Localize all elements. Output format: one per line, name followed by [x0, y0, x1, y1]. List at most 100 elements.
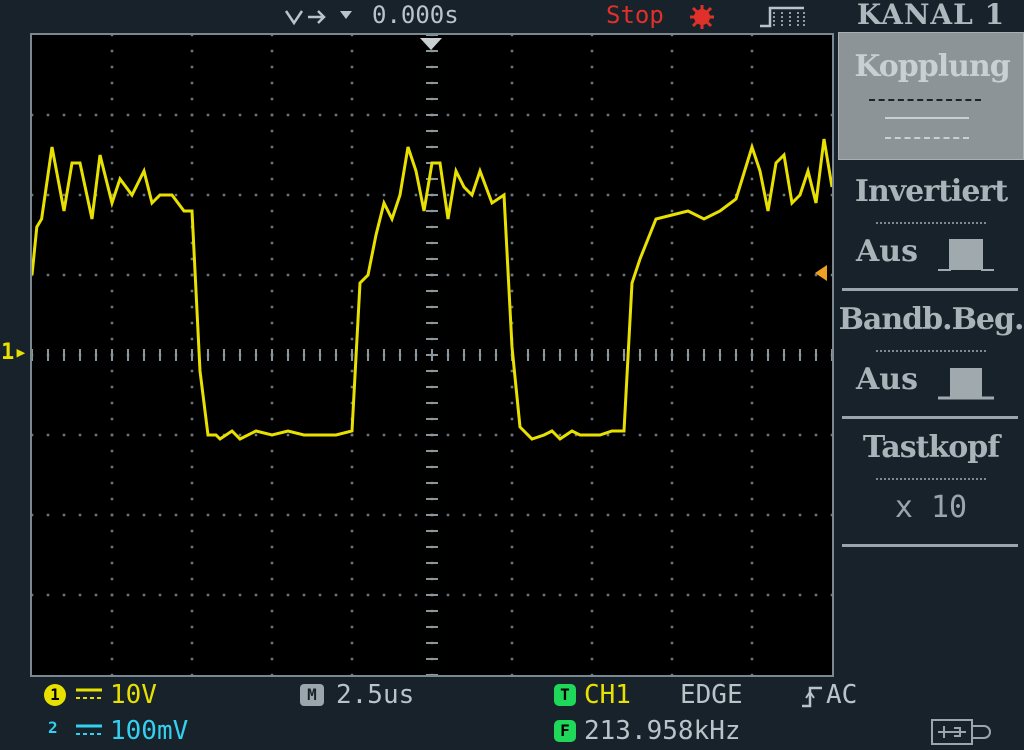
trigger-level-marker[interactable]	[815, 265, 827, 285]
menu-item-coupling[interactable]: Kopplung	[838, 32, 1024, 160]
grid-dot	[830, 273, 832, 277]
grid-dot	[62, 193, 66, 197]
grid-dot	[270, 369, 274, 373]
grid-dot	[750, 577, 754, 581]
grid-dot	[286, 113, 290, 117]
grid-dot	[478, 273, 482, 277]
grid-dot	[766, 593, 770, 597]
grid-dot	[142, 593, 146, 597]
grid-dot	[750, 177, 754, 181]
trigger-time-marker[interactable]	[420, 37, 442, 56]
grid-dot	[734, 513, 738, 517]
menu-item-invert[interactable]: Invertiert Aus	[838, 170, 1024, 286]
grid-dot	[270, 593, 274, 597]
toggle-off-icon	[934, 236, 998, 272]
grid-dot	[638, 513, 642, 517]
grid-dot	[510, 625, 514, 629]
top-status-bar: 0.000s Stop KANAL 1	[0, 0, 1024, 32]
grid-dot	[510, 561, 514, 565]
grid-dot	[510, 433, 514, 437]
run-state-label: Stop	[606, 1, 664, 29]
grid-dot	[446, 193, 450, 197]
grid-dot	[510, 161, 514, 165]
grid-dot	[782, 113, 786, 117]
grid-dot	[398, 513, 402, 517]
grid-dot	[542, 513, 546, 517]
grid-dot	[110, 113, 114, 117]
grid-dot	[670, 529, 674, 533]
grid-dot	[670, 641, 674, 645]
grid-dot	[414, 113, 418, 117]
grid-dot	[510, 577, 514, 581]
grid-dot	[190, 97, 194, 101]
grid-dot	[510, 417, 514, 421]
menu-item-probe[interactable]: Tastkopf x 10	[838, 426, 1024, 542]
grid-dot	[238, 593, 242, 597]
grid-dot	[590, 225, 594, 229]
grid-dot	[350, 113, 354, 117]
grid-dot	[350, 673, 354, 675]
grid-dot	[350, 209, 354, 213]
grid-dot	[670, 81, 674, 85]
grid-dot	[190, 657, 194, 661]
divider	[842, 288, 1018, 291]
grid-dot	[750, 385, 754, 389]
trigger-type[interactable]: EDGE	[680, 680, 743, 710]
grid-dot	[478, 513, 482, 517]
ch2-scale[interactable]: 100mV	[110, 716, 188, 746]
grid-dot	[750, 337, 754, 341]
grid-dot	[190, 129, 194, 133]
grid-dot	[190, 641, 194, 645]
grid-dot	[510, 401, 514, 405]
grid-dot	[702, 273, 706, 277]
grid-dot	[222, 593, 226, 597]
menu-title: KANAL 1	[856, 0, 1006, 31]
grid-dot	[270, 97, 274, 101]
waveform-display[interactable]	[30, 33, 834, 677]
grid-dot	[462, 273, 466, 277]
menu-item-value: x 10	[894, 490, 968, 525]
grid-dot	[494, 193, 498, 197]
grid-dot	[110, 593, 114, 597]
grid-dot	[510, 657, 514, 661]
grid-dot	[510, 145, 514, 149]
grid-dot	[174, 593, 178, 597]
grid-dot	[670, 417, 674, 421]
grid-dot	[670, 97, 674, 101]
menu-item-label: Tastkopf	[862, 430, 1000, 465]
grid-dot	[542, 193, 546, 197]
grid-dot	[510, 177, 514, 181]
grid-dot	[350, 625, 354, 629]
grid-dot	[270, 545, 274, 549]
grid-dot	[750, 97, 754, 101]
grid-dot	[190, 433, 194, 437]
menu-item-bandwidth-limit[interactable]: Bandb.Beg. Aus	[838, 298, 1024, 414]
ch1-scale[interactable]: 10V	[110, 680, 157, 710]
grid-dot	[590, 369, 594, 373]
grid-dot	[510, 193, 514, 197]
grid-dot	[270, 481, 274, 485]
trigger-source[interactable]: CH1	[584, 680, 631, 710]
grid-dot	[126, 193, 130, 197]
grid-dot	[494, 273, 498, 277]
grid-dot	[814, 593, 818, 597]
grid-dot	[558, 193, 562, 197]
timebase-value[interactable]: 2.5us	[336, 680, 414, 710]
grid-dot	[32, 593, 34, 597]
grid-dot	[590, 593, 594, 597]
grid-dot	[350, 49, 354, 53]
trigger-coupling[interactable]: AC	[826, 680, 857, 710]
grid-dot	[510, 497, 514, 501]
ch1-ground-marker[interactable]: 1▸	[1, 340, 28, 365]
grid-dot	[478, 433, 482, 437]
grid-dot	[670, 289, 674, 293]
grid-dot	[318, 193, 322, 197]
grid-dot	[590, 609, 594, 613]
grid-dot	[670, 577, 674, 581]
grid-dot	[590, 113, 594, 117]
grid-dot	[190, 305, 194, 309]
frequency-value: 213.958kHz	[584, 716, 741, 746]
grid-dot	[622, 273, 626, 277]
bottom-status-bar: 1 10V 2 100mV M 2.5us T CH1 EDGE AC F 21…	[0, 678, 1024, 749]
grid-dot	[350, 273, 354, 277]
